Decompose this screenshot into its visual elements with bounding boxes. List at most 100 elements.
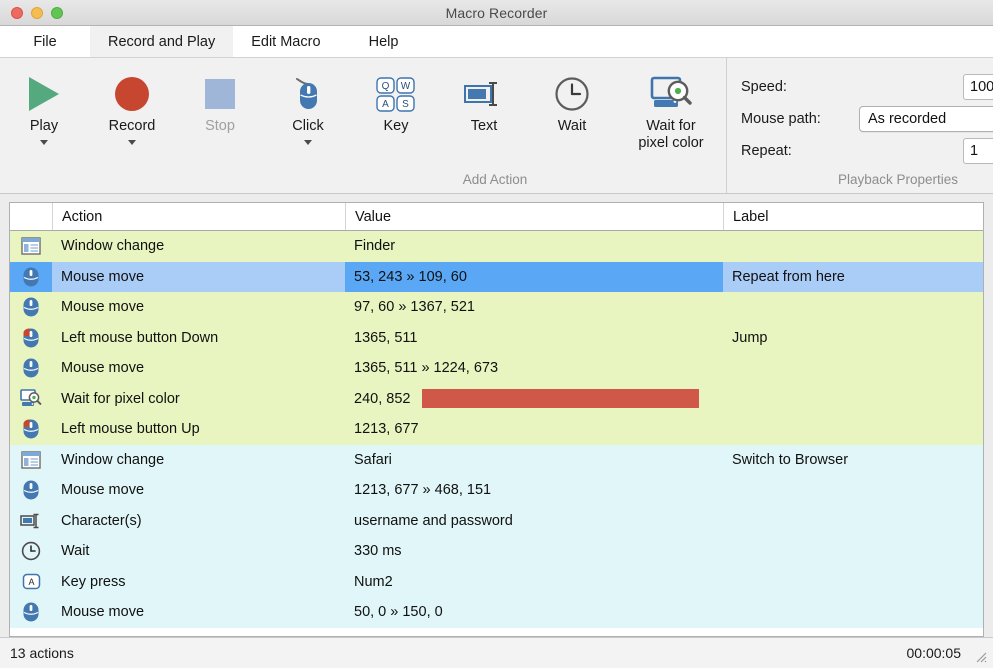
status-bar: 13 actions 00:00:05 [0,637,993,668]
play-dropdown-caret-icon[interactable] [40,140,48,145]
cell-action: Window change [52,231,345,262]
record-button[interactable]: Record [88,58,176,145]
record-button-label: Record [109,118,156,135]
tab-help[interactable]: Help [339,26,429,57]
record-dropdown-caret-icon[interactable] [128,140,136,145]
mouse-icon [10,262,52,293]
playback-properties-caption: Playback Properties [741,172,993,193]
cell-action: Left mouse button Up [52,414,345,445]
window-change-icon [10,231,52,262]
table-row[interactable]: Mouse move1213, 677 » 468, 151 [10,475,983,506]
column-header-label[interactable]: Label [723,203,983,230]
cell-label: Switch to Browser [723,445,983,476]
speed-label: Speed: [741,79,859,95]
click-button-label: Click [292,118,323,135]
pixel-color-swatch [422,389,699,408]
tab-record-and-play[interactable]: Record and Play [90,26,233,57]
mouse-path-row: Mouse path: As recorded [741,104,993,134]
cell-action: Key press [52,567,345,598]
table-body: Window changeFinderMouse move53, 243 » 1… [10,231,983,636]
cell-value: 50, 0 » 150, 0 [345,597,723,628]
stop-square-icon [205,72,235,116]
key-button[interactable]: QW AS Key [352,58,440,135]
table-row[interactable]: Character(s)username and password [10,506,983,537]
svg-text:W: W [401,81,411,92]
repeat-input[interactable]: 1 [963,138,993,164]
cell-action: Mouse move [52,475,345,506]
mouse-left-up-icon [10,414,52,445]
actions-table-area: Action Value Label Window changeFinderMo… [0,194,993,637]
tab-edit-macro[interactable]: Edit Macro [233,26,338,57]
svg-text:Q: Q [382,81,390,92]
column-header-action[interactable]: Action [52,203,345,230]
table-row[interactable]: Window changeFinder [10,231,983,262]
stop-button-label: Stop [205,118,235,135]
cell-label [723,292,983,323]
cell-action: Wait [52,536,345,567]
table-row[interactable]: AKey pressNum2 [10,567,983,598]
table-row[interactable]: Left mouse button Up1213, 677 [10,414,983,445]
table-row[interactable]: Wait for pixel color240, 852 [10,384,983,415]
mouse-icon [10,597,52,628]
cell-action: Mouse move [52,292,345,323]
click-button[interactable]: Click [264,58,352,145]
cell-value: Safari [345,445,723,476]
cell-value: 1213, 677 » 468, 151 [345,475,723,506]
cell-label: Repeat from here [723,262,983,293]
click-dropdown-caret-icon[interactable] [304,140,312,145]
cell-value: 330 ms [345,536,723,567]
stop-button[interactable]: Stop [176,58,264,135]
speed-row: Speed: 100 [741,72,993,102]
cell-value: 1213, 677 [345,414,723,445]
resize-grip-icon[interactable] [974,650,987,663]
table-row[interactable]: Mouse move53, 243 » 109, 60Repeat from h… [10,262,983,293]
add-action-group: Click QW [264,58,726,193]
play-button-label: Play [30,118,58,135]
svg-text:A: A [382,99,389,110]
mouse-path-select[interactable]: As recorded [859,106,993,132]
record-circle-icon [115,72,149,116]
keyboard-keys-icon: QW AS [375,72,417,116]
cell-action: Mouse move [52,262,345,293]
action-count-label: 13 actions [10,645,74,661]
playback-properties-group: Speed: 100 Mouse path: As recorded Repea… [726,58,993,193]
mouse-icon [293,72,323,116]
clock-icon [10,536,52,567]
play-button[interactable]: Play [0,58,88,145]
mouse-icon [10,475,52,506]
column-header-icon[interactable] [10,203,52,230]
table-row[interactable]: Left mouse button Down1365, 511Jump [10,323,983,354]
play-triangle-icon [29,72,59,116]
table-row[interactable]: Window changeSafariSwitch to Browser [10,445,983,476]
minimize-button[interactable] [31,7,43,19]
window-title: Macro Recorder [0,5,993,21]
cell-label [723,475,983,506]
maximize-button[interactable] [51,7,63,19]
text-button[interactable]: Text [440,58,528,135]
cell-value: 53, 243 » 109, 60 [345,262,723,293]
speed-input[interactable]: 100 [963,74,993,100]
wait-button[interactable]: Wait [528,58,616,135]
close-button[interactable] [11,7,23,19]
cell-label [723,384,983,415]
cell-action: Mouse move [52,353,345,384]
tab-bar: File Record and Play Edit Macro Help [0,26,993,58]
wait-for-pixel-color-button[interactable]: Wait forpixel color [616,58,726,151]
table-row[interactable]: Wait330 ms [10,536,983,567]
table-row[interactable]: Mouse move1365, 511 » 1224, 673 [10,353,983,384]
title-bar: Macro Recorder [0,0,993,26]
table-row[interactable]: Mouse move97, 60 » 1367, 521 [10,292,983,323]
traffic-lights [11,7,63,19]
tab-file[interactable]: File [0,26,90,57]
table-row[interactable]: Mouse move50, 0 » 150, 0 [10,597,983,628]
column-header-value[interactable]: Value [345,203,723,230]
cell-label: Jump [723,323,983,354]
tab-bar-filler [429,26,993,57]
key-press-icon: A [10,567,52,598]
cell-value: Num2 [345,567,723,598]
pixel-color-magnifier-icon [10,384,52,415]
cell-action: Mouse move [52,597,345,628]
cell-value: 1365, 511 [345,323,723,354]
mouse-path-selected-value: As recorded [868,111,946,127]
cell-value: username and password [345,506,723,537]
